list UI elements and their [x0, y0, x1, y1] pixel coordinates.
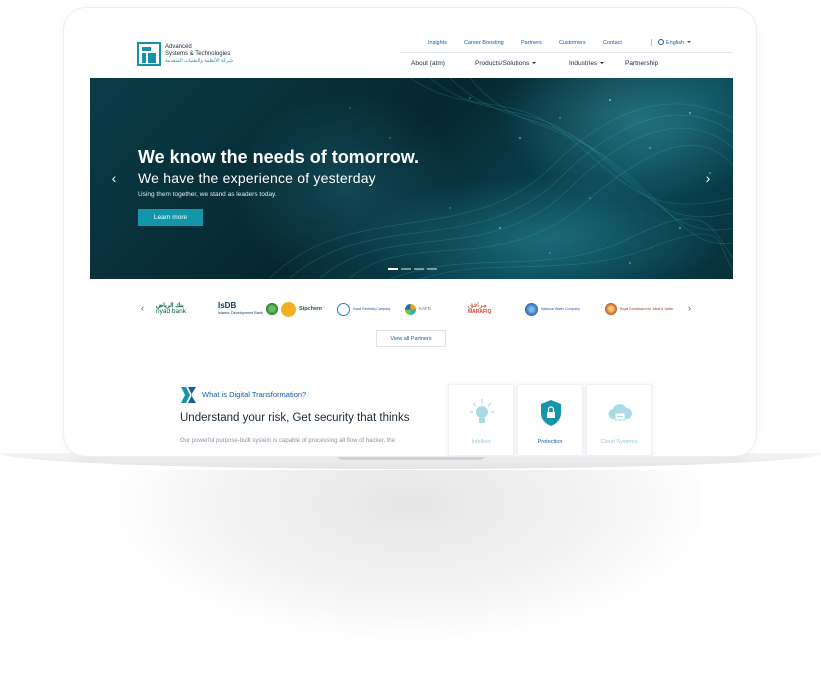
hero-subtitle: We have the experience of yesterday: [138, 170, 376, 186]
globe-icon: [658, 39, 664, 45]
partner-logo-royal-commission[interactable]: Royal Commission for Jubail & Yanbu: [605, 298, 673, 320]
partner-logo-sec[interactable]: Saudi Electricity Company: [337, 298, 390, 320]
partner-isdb-sub: Islamic Development Bank: [218, 311, 263, 315]
nav-industries-label: Industries: [569, 60, 598, 67]
digital-transformation-title: Understand your risk, Get security that …: [180, 412, 410, 424]
nav-products-label: Products/Solutions: [475, 60, 530, 67]
hero-carousel: ‹ › We know the needs of tomorrow. We ha…: [90, 78, 733, 279]
card-intellect[interactable]: Intellect: [448, 384, 514, 456]
card-cloud-systems-label: Cloud Systems: [600, 439, 638, 445]
language-selector[interactable]: English: [651, 39, 692, 46]
isdb-emblem-icon: [265, 303, 278, 315]
language-label: English: [666, 40, 685, 46]
partner-logo-kafd[interactable]: KAFD: [405, 298, 431, 320]
nav-about[interactable]: About (atm): [411, 60, 445, 67]
partner-isdb-name: IsDB: [218, 301, 237, 310]
shield-lock-icon: [541, 400, 561, 426]
topnav-customers[interactable]: Customers: [559, 40, 586, 46]
sec-emblem-icon: [337, 302, 350, 316]
view-all-partners-button[interactable]: View all Partners: [376, 330, 446, 347]
partner-logo-sipchem[interactable]: Sipchem: [281, 298, 322, 320]
carousel-indicators: [388, 268, 437, 270]
hero-title: We know the needs of tomorrow.: [138, 147, 420, 167]
kafd-emblem-icon: [405, 303, 416, 315]
partner-nwc-name: National Water Company: [541, 307, 580, 311]
card-protection[interactable]: Protection: [517, 384, 583, 456]
hero-description: Using them together, we stand as leaders…: [138, 191, 277, 198]
website-screen: Advanced Systems & Technologies شركة الأ…: [90, 28, 733, 456]
carousel-dot-4[interactable]: [427, 268, 437, 270]
sipchem-emblem-icon: [281, 301, 296, 317]
x-logo-icon: [181, 387, 196, 403]
partner-kafd-name: KAFD: [419, 306, 432, 311]
nav-partnership[interactable]: Partnership: [625, 60, 658, 67]
chevron-down-icon: [532, 62, 537, 64]
topnav-insights[interactable]: Insights: [428, 40, 447, 46]
partner-logo-marafiq[interactable]: مرافق MARAFIQ: [468, 298, 491, 320]
digital-transformation-body: Our powerful purpose-built system is cap…: [180, 438, 396, 444]
partner-riyad-text: بنك الرياض riyad bank: [156, 303, 186, 315]
digital-transformation-heading[interactable]: What is Digital Transformation?: [202, 390, 306, 399]
hero-next-arrow[interactable]: ›: [702, 171, 714, 186]
partner-logo-nwc[interactable]: National Water Company: [525, 298, 580, 320]
device-shadow: [120, 470, 700, 640]
top-navigation: Insights Career Boosting Partners Custom…: [400, 39, 733, 53]
brand-name-line2: Systems & Technologies: [165, 50, 231, 57]
brand-name-line1: Advanced: [165, 43, 192, 50]
cloud-icon: [608, 404, 632, 421]
partner-sec-name: Saudi Electricity Company: [353, 307, 391, 311]
partners-prev-arrow[interactable]: ‹: [141, 303, 144, 313]
learn-more-button[interactable]: Learn more: [138, 209, 203, 226]
topnav-contact[interactable]: Contact: [603, 40, 622, 46]
carousel-dot-3[interactable]: [414, 268, 424, 270]
partners-carousel: ‹ › بنك الرياض riyad bank IsDB Islamic D…: [90, 294, 733, 324]
partner-marafiq-name: MARAFIQ: [468, 309, 492, 315]
partners-next-arrow[interactable]: ›: [688, 303, 691, 313]
nwc-emblem-icon: [525, 302, 538, 316]
partner-logo-isdb[interactable]: IsDB Islamic Development Bank: [218, 298, 278, 320]
nav-products-solutions[interactable]: Products/Solutions: [475, 60, 537, 67]
chevron-down-icon: [600, 62, 605, 64]
card-protection-label: Protection: [537, 439, 563, 445]
hero-prev-arrow[interactable]: ‹: [108, 171, 120, 186]
topnav-partners[interactable]: Partners: [521, 40, 542, 46]
partner-marafiq-text: مرافق MARAFIQ: [468, 302, 492, 315]
card-cloud-systems[interactable]: Cloud Systems: [586, 384, 652, 456]
main-navigation: About (atm) Products/Solutions Industrie…: [90, 60, 733, 72]
card-intellect-label: Intellect: [471, 439, 491, 445]
carousel-dot-2[interactable]: [401, 268, 411, 270]
nav-industries[interactable]: Industries: [569, 60, 605, 67]
laptop-frame: Advanced Systems & Technologies شركة الأ…: [64, 8, 756, 456]
carousel-dot-1[interactable]: [388, 268, 398, 270]
partner-isdb-text: IsDB Islamic Development Bank: [218, 302, 263, 316]
topnav-career-boosting[interactable]: Career Boosting: [464, 40, 504, 46]
lightbulb-icon: [470, 399, 494, 423]
royal-commission-emblem-icon: [605, 303, 617, 315]
partner-sipchem-name: Sipchem: [299, 306, 322, 312]
partner-logo-riyad-bank[interactable]: بنك الرياض riyad bank: [156, 298, 186, 320]
partner-royal-commission-name: Royal Commission for Jubail & Yanbu: [620, 307, 674, 311]
chevron-down-icon: [687, 41, 692, 43]
partner-riyad-name: riyad bank: [156, 308, 186, 315]
